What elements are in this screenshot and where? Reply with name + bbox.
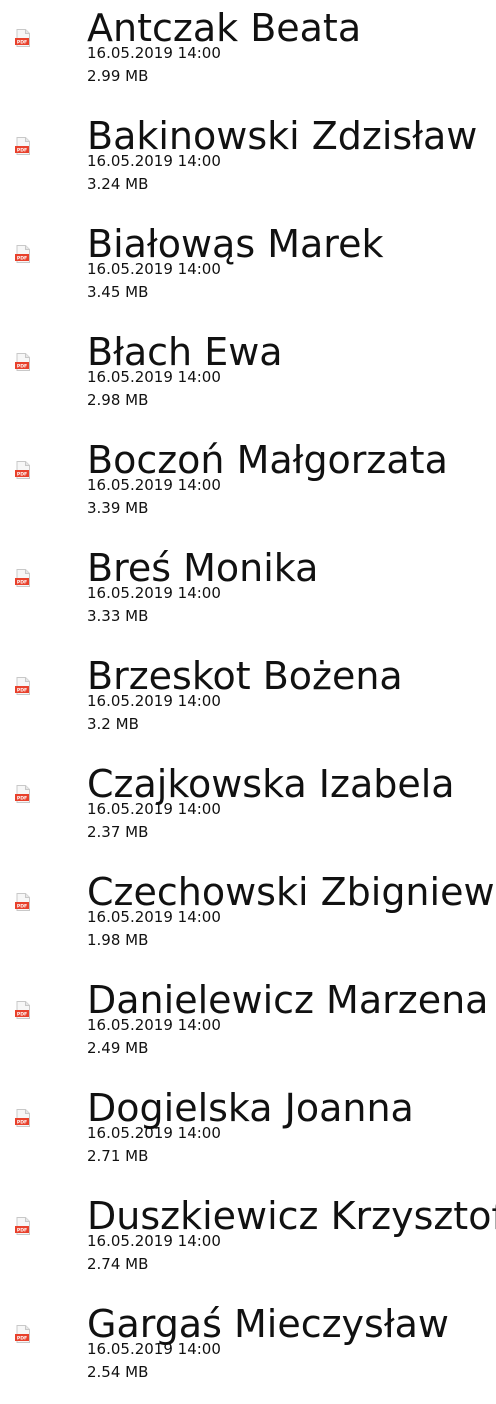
file-list: PDF Antczak Beata 16.05.2019 14:00 2.99 …	[0, 0, 496, 1404]
file-size: 2.49 MB	[87, 1039, 149, 1057]
pdf-badge-text: PDF	[17, 256, 27, 262]
file-list-item[interactable]: PDF Danielewicz Marzena 16.05.2019 14:00…	[0, 972, 496, 1080]
pdf-badge-text: PDF	[17, 148, 27, 154]
pdf-file-icon[interactable]: PDF	[13, 1108, 33, 1128]
file-size: 3.39 MB	[87, 499, 149, 517]
file-size: 3.24 MB	[87, 175, 149, 193]
file-list-item[interactable]: PDF Duszkiewicz Krzysztof 16.05.2019 14:…	[0, 1188, 496, 1296]
pdf-badge-text: PDF	[17, 364, 27, 370]
pdf-badge-text: PDF	[17, 1228, 27, 1234]
file-size: 2.54 MB	[87, 1363, 149, 1381]
file-date: 16.05.2019 14:00	[87, 260, 221, 278]
file-list-item[interactable]: PDF Błach Ewa 16.05.2019 14:00 2.98 MB	[0, 324, 496, 432]
pdf-file-icon[interactable]: PDF	[13, 784, 33, 804]
file-size: 3.2 MB	[87, 715, 139, 733]
file-date: 16.05.2019 14:00	[87, 152, 221, 170]
file-date: 16.05.2019 14:00	[87, 908, 221, 926]
pdf-badge-text: PDF	[17, 796, 27, 802]
file-size: 3.33 MB	[87, 607, 149, 625]
pdf-badge-text: PDF	[17, 1012, 27, 1018]
pdf-file-icon[interactable]: PDF	[13, 568, 33, 588]
pdf-file-icon[interactable]: PDF	[13, 460, 33, 480]
file-date: 16.05.2019 14:00	[87, 476, 221, 494]
file-list-item[interactable]: PDF Dogielska Joanna 16.05.2019 14:00 2.…	[0, 1080, 496, 1188]
file-size: 2.98 MB	[87, 391, 149, 409]
pdf-file-icon[interactable]: PDF	[13, 136, 33, 156]
file-date: 16.05.2019 14:00	[87, 692, 221, 710]
file-date: 16.05.2019 14:00	[87, 1124, 221, 1142]
file-size: 3.45 MB	[87, 283, 149, 301]
file-size: 1.98 MB	[87, 931, 149, 949]
pdf-badge-text: PDF	[17, 580, 27, 586]
file-list-item[interactable]: PDF Antczak Beata 16.05.2019 14:00 2.99 …	[0, 0, 496, 108]
file-date: 16.05.2019 14:00	[87, 1340, 221, 1358]
pdf-file-icon[interactable]: PDF	[13, 28, 33, 48]
pdf-badge-text: PDF	[17, 40, 27, 46]
pdf-badge-text: PDF	[17, 472, 27, 478]
pdf-file-icon[interactable]: PDF	[13, 1216, 33, 1236]
pdf-file-icon[interactable]: PDF	[13, 352, 33, 372]
file-list-item[interactable]: PDF Gargaś Mieczysław 16.05.2019 14:00 2…	[0, 1296, 496, 1404]
file-list-item[interactable]: PDF Boczoń Małgorzata 16.05.2019 14:00 3…	[0, 432, 496, 540]
pdf-file-icon[interactable]: PDF	[13, 1324, 33, 1344]
file-list-item[interactable]: PDF Białowąs Marek 16.05.2019 14:00 3.45…	[0, 216, 496, 324]
pdf-file-icon[interactable]: PDF	[13, 892, 33, 912]
file-size: 2.71 MB	[87, 1147, 149, 1165]
file-list-item[interactable]: PDF Breś Monika 16.05.2019 14:00 3.33 MB	[0, 540, 496, 648]
file-date: 16.05.2019 14:00	[87, 368, 221, 386]
file-date: 16.05.2019 14:00	[87, 800, 221, 818]
pdf-badge-text: PDF	[17, 1120, 27, 1126]
pdf-badge-text: PDF	[17, 904, 27, 910]
file-date: 16.05.2019 14:00	[87, 584, 221, 602]
file-date: 16.05.2019 14:00	[87, 44, 221, 62]
file-size: 2.74 MB	[87, 1255, 149, 1273]
file-list-item[interactable]: PDF Bakinowski Zdzisław 16.05.2019 14:00…	[0, 108, 496, 216]
pdf-file-icon[interactable]: PDF	[13, 676, 33, 696]
file-list-item[interactable]: PDF Czajkowska Izabela 16.05.2019 14:00 …	[0, 756, 496, 864]
file-date: 16.05.2019 14:00	[87, 1016, 221, 1034]
file-date: 16.05.2019 14:00	[87, 1232, 221, 1250]
file-size: 2.99 MB	[87, 67, 149, 85]
pdf-badge-text: PDF	[17, 688, 27, 694]
pdf-file-icon[interactable]: PDF	[13, 1000, 33, 1020]
pdf-file-icon[interactable]: PDF	[13, 244, 33, 264]
file-list-item[interactable]: PDF Brzeskot Bożena 16.05.2019 14:00 3.2…	[0, 648, 496, 756]
file-list-item[interactable]: PDF Czechowski Zbigniew 16.05.2019 14:00…	[0, 864, 496, 972]
pdf-badge-text: PDF	[17, 1336, 27, 1342]
file-size: 2.37 MB	[87, 823, 149, 841]
